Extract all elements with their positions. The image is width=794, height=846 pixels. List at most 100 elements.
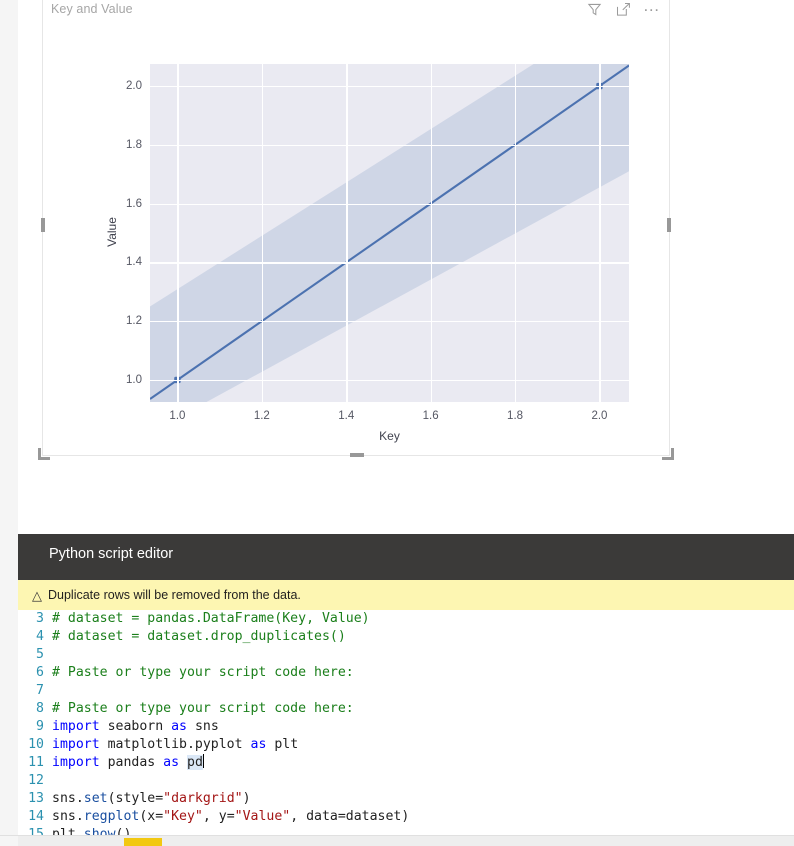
code-token: as: [171, 719, 187, 734]
app-root: Key and Value … 1.0 1.2 1.4 1.6 1.8 2.0 …: [0, 0, 794, 846]
code-token: # Paste or type your script code here:: [52, 665, 354, 680]
x-tick-label: 1.6: [422, 410, 439, 422]
python-script-editor-panel: Python script editor △ Duplicate rows wi…: [0, 534, 794, 846]
code-token: pandas: [99, 755, 164, 770]
code-token: import: [52, 737, 100, 752]
code-token: sns.: [52, 791, 84, 806]
editor-header: Python script editor: [18, 534, 794, 580]
code-line[interactable]: 8 # Paste or type your script code here:: [18, 700, 794, 718]
code-token: , data=dataset): [290, 809, 410, 824]
seaborn-regplot: 1.0 1.2 1.4 1.6 1.8 2.0 1.0 1.2 1.4 1.6 1.8 2.0 Key…: [43, 27, 669, 447]
resize-handle-bottom-center[interactable]: [350, 453, 364, 457]
x-tick-label: 1.0: [169, 410, 186, 422]
code-token: # dataset = dataset.drop_duplicates(): [52, 629, 346, 644]
gridline-vertical: [430, 64, 432, 402]
line-number: 5: [36, 647, 44, 662]
warning-bar: △ Duplicate rows will be removed from th…: [18, 580, 794, 610]
line-number: 12: [28, 773, 44, 788]
text-caret: [202, 754, 204, 768]
run-script-button[interactable]: [124, 838, 162, 846]
code-editor[interactable]: 3 # dataset = pandas.DataFrame(Key, Value…: [18, 610, 794, 836]
report-canvas[interactable]: Key and Value … 1.0 1.2 1.4 1.6 1.8 2.0 …: [18, 0, 794, 534]
warning-gutter: [0, 580, 19, 610]
y-tick-label: 2.0: [126, 80, 142, 93]
code-token: , y=: [202, 809, 235, 824]
x-axis-title: Key: [379, 429, 400, 443]
plot-axes: [150, 64, 629, 402]
code-token: import: [52, 755, 100, 770]
code-token: (style=: [107, 791, 164, 806]
editor-bottom-strip: [0, 835, 794, 846]
y-tick-label: 1.0: [126, 373, 142, 386]
regression-line: [150, 64, 629, 400]
code-gutter: [0, 610, 19, 846]
y-tick-label: 1.6: [126, 197, 142, 210]
code-line[interactable]: 3 # dataset = pandas.DataFrame(Key, Value…: [18, 610, 794, 628]
filter-icon[interactable]: [585, 1, 603, 19]
line-number: 7: [36, 683, 44, 698]
x-tick-label: 1.4: [338, 410, 355, 422]
line-number: 13: [28, 791, 44, 806]
code-line[interactable]: 7: [18, 682, 794, 700]
code-token: pd: [187, 755, 203, 770]
visual-header-icons: …: [585, 0, 661, 22]
gridline-horizontal: [150, 144, 629, 147]
plot-svg: [150, 64, 629, 402]
gridline-vertical: [599, 64, 601, 402]
editor-bottom-gutter: [0, 836, 18, 846]
line-number: 6: [36, 665, 44, 680]
code-line[interactable]: 11 import pandas as pd: [18, 754, 794, 772]
gridline-vertical: [177, 64, 179, 402]
code-line[interactable]: 9 import seaborn as sns: [18, 718, 794, 736]
editor-title: Python script editor: [49, 546, 174, 562]
gridline-horizontal: [150, 86, 629, 88]
resize-handle-bottom-left[interactable]: [38, 448, 50, 460]
code-line[interactable]: 13 sns.set(style="darkgrid"): [18, 790, 794, 808]
resize-handle-bottom-right[interactable]: [662, 448, 674, 460]
code-token: "darkgrid": [163, 791, 243, 806]
code-token: sns: [187, 719, 219, 734]
y-tick-label: 1.2: [126, 315, 142, 328]
line-number: 3: [36, 611, 44, 626]
warning-triangle-icon: △: [32, 587, 42, 603]
canvas-left-rail: [0, 0, 19, 534]
resize-handle-middle-right[interactable]: [667, 218, 671, 232]
visual-title: Key and Value: [51, 2, 133, 16]
code-line[interactable]: 5: [18, 646, 794, 664]
code-token: set: [83, 791, 108, 806]
code-token: (x=: [139, 809, 164, 824]
visual-container[interactable]: Key and Value … 1.0 1.2 1.4 1.6 1.8 2.0 …: [38, 0, 674, 460]
code-line[interactable]: 10 import matplotlib.pyplot as plt: [18, 736, 794, 754]
focus-mode-icon[interactable]: [614, 1, 632, 19]
gridline-horizontal: [150, 379, 629, 382]
line-number: 8: [36, 701, 44, 716]
line-number: 9: [36, 719, 44, 734]
code-token: "Key": [163, 809, 203, 824]
line-number: 14: [28, 809, 44, 824]
gridline-horizontal: [150, 321, 629, 323]
editor-header-gutter: [0, 534, 19, 580]
y-axis-title: Value: [105, 217, 119, 247]
code-line[interactable]: 12: [18, 772, 794, 790]
code-token: # Paste or type your script code here:: [52, 701, 354, 716]
code-line[interactable]: 14 sns.regplot(x="Key", y="Value", data=d…: [18, 808, 794, 826]
line-number: 10: [28, 737, 44, 752]
x-tick-label: 2.0: [591, 410, 608, 422]
code-token: plt: [266, 737, 299, 752]
code-line[interactable]: 6 # Paste or type your script code here:: [18, 664, 794, 682]
code-token: ): [242, 791, 251, 806]
gridline-vertical: [346, 64, 348, 402]
resize-handle-middle-left[interactable]: [41, 218, 45, 232]
code-token: as: [163, 755, 180, 770]
code-token: seaborn: [99, 719, 172, 734]
more-options-icon[interactable]: …: [643, 0, 661, 22]
gridline-horizontal: [150, 262, 629, 264]
code-line[interactable]: 4 # dataset = dataset.drop_duplicates(): [18, 628, 794, 646]
y-tick-label: 1.8: [126, 138, 142, 151]
x-tick-label: 1.2: [253, 410, 270, 422]
code-token: # dataset = pandas.DataFrame(Key, Value): [52, 611, 370, 626]
code-token: sns.: [52, 809, 84, 824]
line-number: 4: [36, 629, 44, 644]
code-token: matplotlib.pyplot: [99, 737, 251, 752]
